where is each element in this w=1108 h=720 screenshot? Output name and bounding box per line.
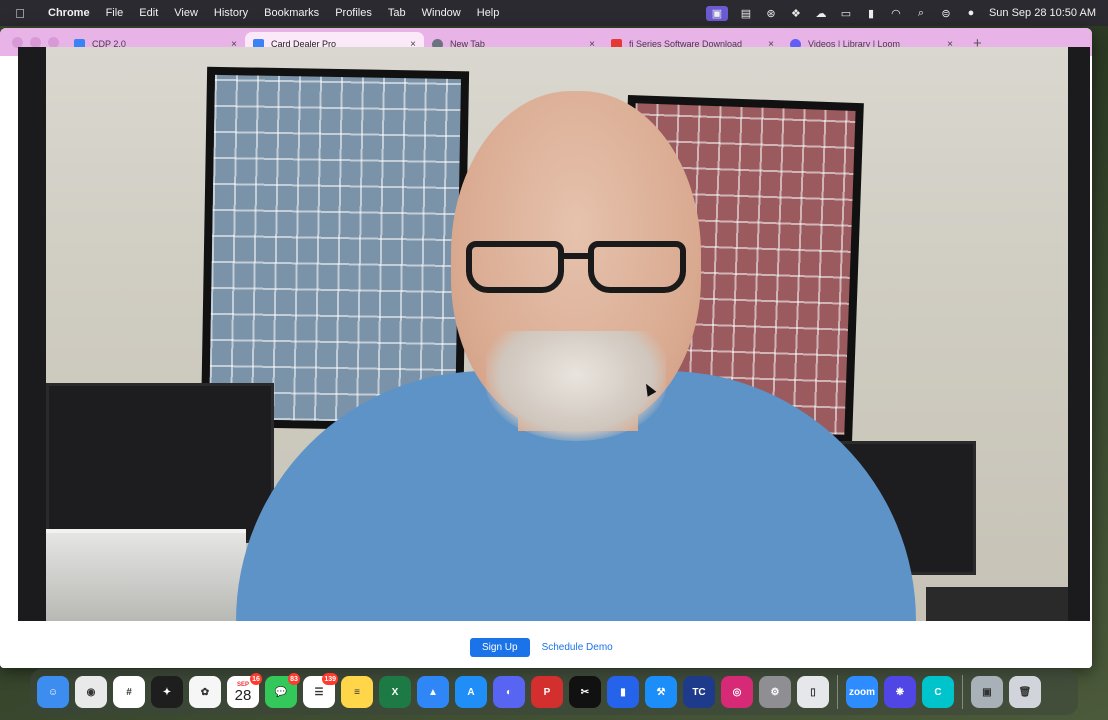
dock-simulator-icon[interactable]: ▯ [797,676,829,708]
dock-separator [837,675,838,709]
menu-history[interactable]: History [206,7,256,19]
siri-icon[interactable]: ● [964,6,978,20]
webcam-video[interactable] [18,47,1090,621]
menu-view[interactable]: View [166,7,206,19]
sign-up-button[interactable]: Sign Up [470,638,530,657]
menu-bar:  Chrome File Edit View History Bookmark… [0,0,1108,26]
desk-equipment [926,587,1068,621]
dock-discord-icon[interactable]: ◐ [493,676,525,708]
dropbox-icon[interactable]: ❖ [789,6,803,20]
grammarly-icon[interactable]: ⊛ [764,6,778,20]
dock-capcut-icon[interactable]: ✂ [569,676,601,708]
dock: ☺ ◉ # ✦ ✿ SEP 28 16 💬 83 ☰ 139 ≡ X ▲ A ◐ P ✂ ▮ ⚒ TC ◎ ⚙ ▯ zoom ❋ C ▣… [30,669,1078,715]
dock-separator [962,675,963,709]
dock-pdf-expert-icon[interactable]: P [531,676,563,708]
dock-screenshot-icon[interactable]: ▣ [971,676,1003,708]
dock-perplexity-icon[interactable]: ❋ [884,676,916,708]
dock-badge: 83 [288,673,300,685]
wifi-icon[interactable]: ◠ [889,6,903,20]
dock-calendar-icon[interactable]: SEP 28 16 [227,673,262,708]
apple-menu-icon[interactable]:  [0,6,40,21]
dock-chrome-icon[interactable]: ◉ [75,676,107,708]
app-menu[interactable]: Chrome [40,7,98,19]
menu-edit[interactable]: Edit [131,7,166,19]
menu-tab[interactable]: Tab [380,7,414,19]
cloud-icon[interactable]: ☁ [814,6,828,20]
dock-zoom-icon[interactable]: zoom [846,676,878,708]
dock-figma-icon[interactable]: ✦ [151,676,183,708]
dock-app-store-icon[interactable]: A [455,676,487,708]
dock-messages-icon[interactable]: 💬 83 [265,673,300,708]
webcam-scene [46,47,1068,621]
presenter [236,81,916,621]
clipboard-icon[interactable]: ▮ [864,6,878,20]
dock-excel-icon[interactable]: X [379,676,411,708]
dock-photos-icon[interactable]: ✿ [189,676,221,708]
dock-trading-card-icon[interactable]: TC [683,676,715,708]
dock-slack-icon[interactable]: # [113,676,145,708]
control-center-icon[interactable]: ⊜ [939,6,953,20]
menu-bar-clock[interactable]: Sun Sep 28 10:50 AM [989,7,1096,19]
dock-badge: 16 [250,673,262,685]
dock-trash-icon[interactable]: 🗑 [1009,676,1041,708]
dock-reminders-icon[interactable]: ☰ 139 [303,673,338,708]
dock-keynote-icon[interactable]: ▲ [417,676,449,708]
menu-profiles[interactable]: Profiles [327,7,380,19]
menu-help[interactable]: Help [469,7,508,19]
schedule-demo-link[interactable]: Schedule Demo [542,642,613,653]
dock-badge: 139 [322,673,338,685]
calendar-day: 28 [234,686,252,704]
battery-icon[interactable]: ▭ [839,6,853,20]
dock-finder-icon[interactable]: ☺ [37,676,69,708]
dock-bookmarks-icon[interactable]: ▮ [607,676,639,708]
notes-status-icon[interactable]: ▤ [739,6,753,20]
dock-notes-icon[interactable]: ≡ [341,676,373,708]
dock-system-settings-icon[interactable]: ⚙ [759,676,791,708]
menu-window[interactable]: Window [414,7,469,19]
search-icon[interactable]: ⌕ [914,6,928,20]
scanner [46,529,246,621]
menu-file[interactable]: File [98,7,132,19]
presenter-glasses [466,241,686,293]
menu-bookmarks[interactable]: Bookmarks [256,7,327,19]
dock-canva-icon[interactable]: C [922,676,954,708]
cta-row: Sign Up Schedule Demo [470,638,613,657]
dock-instagram-icon[interactable]: ◎ [721,676,753,708]
dock-xcode-icon[interactable]: ⚒ [645,676,677,708]
screen-recorder-icon[interactable]: ▣ [705,5,728,21]
